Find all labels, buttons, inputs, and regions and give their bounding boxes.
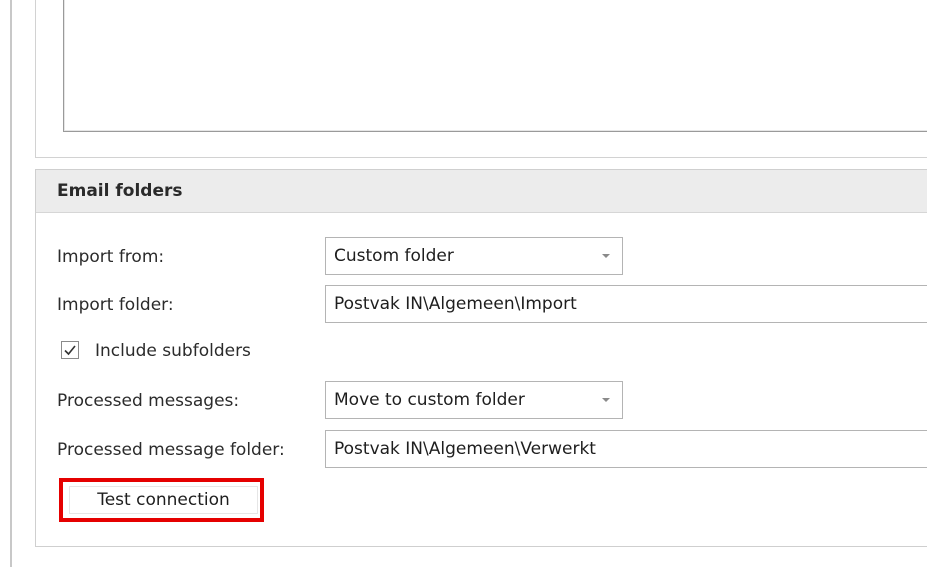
- processed-messages-value: Move to custom folder: [334, 390, 525, 410]
- checkmark-icon: [64, 345, 76, 356]
- include-subfolders-label[interactable]: Include subfolders: [95, 341, 251, 361]
- upper-panel: [35, 0, 927, 158]
- group-header: Email folders: [36, 170, 927, 213]
- processed-messages-label: Processed messages:: [57, 391, 240, 411]
- upper-text-area[interactable]: [63, 0, 927, 132]
- chevron-down-icon[interactable]: [602, 398, 610, 402]
- group-title: Email folders: [57, 181, 183, 201]
- chevron-down-icon[interactable]: [602, 254, 610, 258]
- processed-messages-dropdown[interactable]: Move to custom folder: [325, 381, 623, 419]
- processed-message-folder-input[interactable]: Postvak IN\Algemeen\Verwerkt: [325, 430, 927, 468]
- processed-message-folder-label: Processed message folder:: [57, 440, 285, 460]
- import-folder-label: Import folder:: [57, 295, 174, 315]
- import-folder-input[interactable]: Postvak IN\Algemeen\Import: [325, 285, 927, 323]
- include-subfolders-checkbox[interactable]: [61, 341, 79, 359]
- test-connection-button[interactable]: Test connection: [69, 486, 258, 514]
- email-folders-group: Email folders Import from: Custom folder…: [35, 169, 927, 547]
- import-from-label: Import from:: [57, 247, 165, 267]
- highlight-box: Test connection: [59, 478, 264, 522]
- import-from-value: Custom folder: [334, 246, 454, 266]
- left-divider: [10, 0, 12, 567]
- import-folder-value: Postvak IN\Algemeen\Import: [334, 294, 577, 314]
- processed-message-folder-value: Postvak IN\Algemeen\Verwerkt: [334, 439, 596, 459]
- import-from-dropdown[interactable]: Custom folder: [325, 237, 623, 275]
